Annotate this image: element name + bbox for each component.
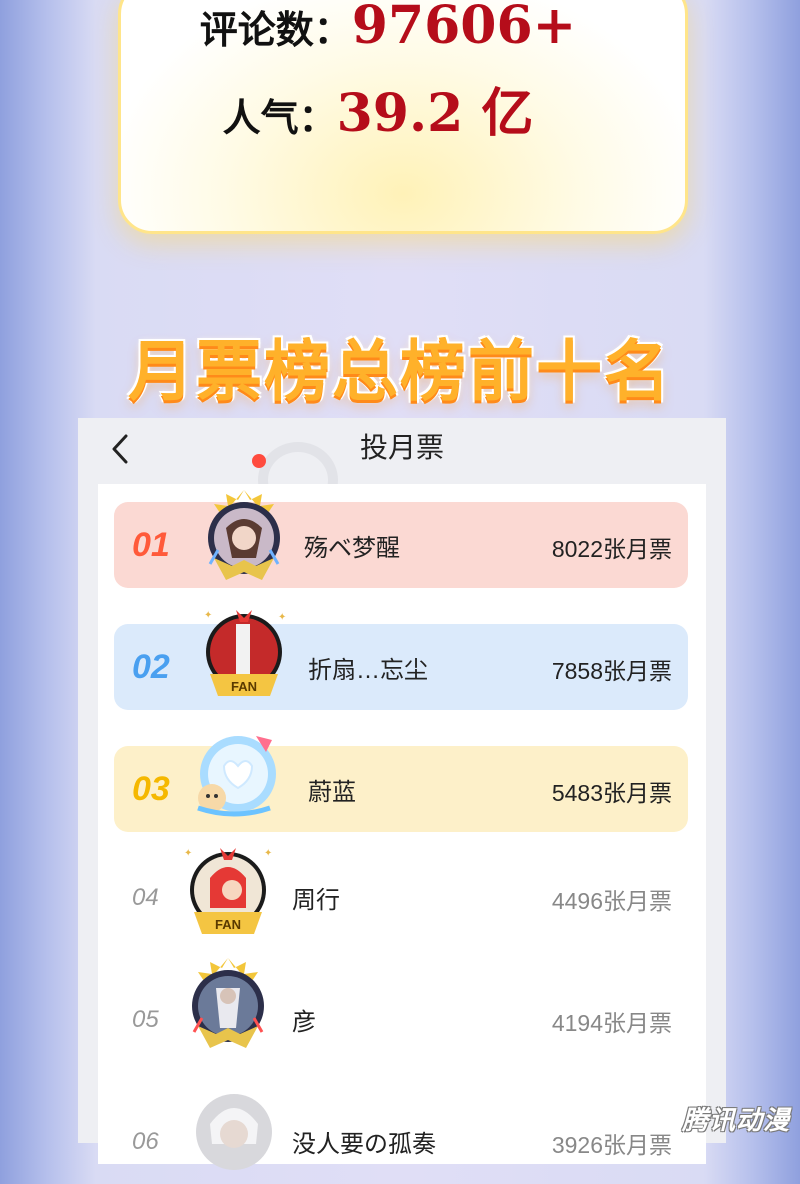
user-name: 周行 [292,887,340,914]
avatar-frame-icon: FAN ✦ ✦ [180,842,276,938]
rank-number: 01 [132,526,170,564]
screen-header: 投月票 [78,418,726,518]
ranking-row-4[interactable]: 04 FAN ✦ ✦ 周行 4496张月票 [114,848,688,940]
svg-text:FAN: FAN [231,679,257,694]
section-title: 月票榜总榜前十名 [128,333,672,410]
comments-value: 97606+ [351,0,577,56]
vote-count: 4496张月票 [551,888,672,914]
vote-count: 8022张月票 [551,536,672,562]
popularity-label: 人气： [222,95,337,140]
svg-text:FAN: FAN [215,917,241,932]
ranking-row-6[interactable]: 06 没人要の孤奏 3926张月票 [114,1094,688,1184]
popularity-value: 39.2 亿 [336,83,534,144]
ranking-row-5[interactable]: 05 彦 4194张月票 [114,958,688,1062]
user-name: 蔚蓝 [308,779,356,806]
vote-screen: 投月票 01 殇ベ梦醒 8022张月票 02 FAN ✦ ✦ 折扇…忘尘 785… [78,418,726,1170]
vote-count: 3926张月票 [551,1132,672,1158]
avatar-frame-icon [186,726,282,822]
page-title: 投月票 [359,432,444,463]
popularity-stat: 人气：39.2 亿 [71,71,685,146]
avatar-icon [186,1084,282,1180]
ranking-row-2[interactable]: 02 FAN ✦ ✦ 折扇…忘尘 7858张月票 [114,610,688,710]
vote-count: 5483张月票 [551,780,672,806]
stats-card: 评论数：97606+ 人气：39.2 亿 [118,0,688,234]
user-name: 折扇…忘尘 [308,657,428,684]
rank-number: 06 [132,1128,159,1155]
svg-text:✦: ✦ [264,848,272,859]
avatar-frame-icon: FAN ✦ ✦ [196,604,292,700]
ranking-row-1[interactable]: 01 殇ベ梦醒 8022张月票 [114,490,688,588]
avatar-frame-icon [180,956,276,1052]
ranking-row-3[interactable]: 03 蔚蓝 5483张月票 [114,736,688,832]
ranking-list: 01 殇ベ梦醒 8022张月票 02 FAN ✦ ✦ 折扇…忘尘 7858张月票… [98,484,706,1170]
svg-text:✦: ✦ [204,610,212,621]
svg-text:✦: ✦ [184,848,192,859]
rank-number: 03 [132,770,170,808]
user-name: 没人要の孤奏 [292,1131,436,1158]
vote-count: 7858张月票 [551,658,672,684]
svg-text:✦: ✦ [278,612,286,623]
comments-label: 评论数： [199,7,352,52]
user-name: 彦 [292,1009,316,1036]
watermark-logo: 腾讯动漫 [681,1105,790,1135]
avatar-frame-icon [196,488,292,584]
comments-stat: 评论数：97606+ [91,0,685,56]
rank-number: 02 [132,648,170,686]
user-name: 殇ベ梦醒 [304,535,400,562]
vote-count: 4194张月票 [551,1010,672,1036]
